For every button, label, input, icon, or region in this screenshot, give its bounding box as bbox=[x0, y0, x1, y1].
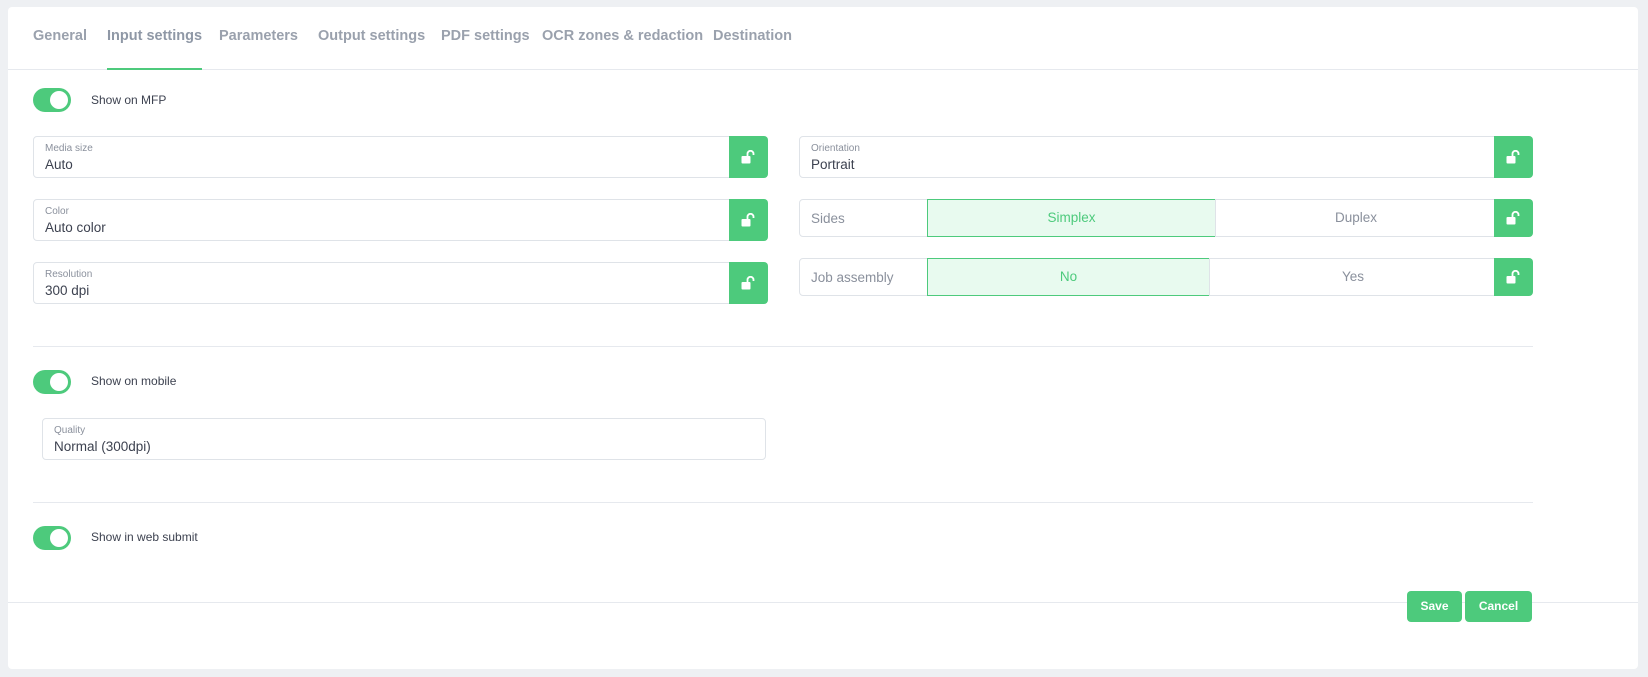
toggle-knob bbox=[50, 91, 68, 109]
show-in-web-submit-toggle[interactable] bbox=[33, 526, 71, 550]
media-size-lock-button[interactable] bbox=[729, 136, 768, 178]
color-lock-button[interactable] bbox=[729, 199, 768, 241]
unlocked-padlock-icon bbox=[741, 213, 755, 227]
unlocked-padlock-icon bbox=[1506, 211, 1520, 225]
cancel-button[interactable]: Cancel bbox=[1465, 591, 1532, 622]
show-on-mfp-toggle[interactable] bbox=[33, 88, 71, 112]
job-assembly-segmented-control: Job assembly No Yes bbox=[799, 258, 1532, 296]
media-size-value: Auto bbox=[45, 157, 73, 172]
tab-output-settings[interactable]: Output settings bbox=[318, 7, 425, 70]
job-assembly-option-no[interactable]: No bbox=[927, 258, 1210, 296]
color-value: Auto color bbox=[45, 220, 106, 235]
show-in-web-submit-label: Show in web submit bbox=[91, 530, 198, 544]
show-on-mobile-toggle[interactable] bbox=[33, 370, 71, 394]
tab-destination[interactable]: Destination bbox=[713, 7, 792, 70]
orientation-value: Portrait bbox=[811, 157, 855, 172]
job-assembly-option-yes[interactable]: Yes bbox=[1209, 258, 1497, 296]
tab-parameters[interactable]: Parameters bbox=[219, 7, 298, 70]
sides-option-duplex[interactable]: Duplex bbox=[1215, 199, 1497, 237]
orientation-label: Orientation bbox=[811, 143, 860, 154]
show-on-mfp-label: Show on MFP bbox=[91, 93, 167, 107]
orientation-lock-button[interactable] bbox=[1494, 136, 1533, 178]
toggle-knob bbox=[50, 529, 68, 547]
unlocked-padlock-icon bbox=[741, 276, 755, 290]
tab-pdf-settings[interactable]: PDF settings bbox=[441, 7, 530, 70]
section-divider bbox=[33, 346, 1533, 347]
sides-label: Sides bbox=[811, 211, 845, 226]
settings-card: General Input settings Parameters Output… bbox=[8, 7, 1638, 669]
tab-ocr-zones-redaction[interactable]: OCR zones & redaction bbox=[542, 7, 703, 70]
media-size-field[interactable]: Media size Auto bbox=[33, 136, 766, 178]
sides-segmented-control: Sides Simplex Duplex bbox=[799, 199, 1532, 237]
resolution-value: 300 dpi bbox=[45, 283, 90, 298]
color-field[interactable]: Color Auto color bbox=[33, 199, 766, 241]
toggle-knob bbox=[50, 373, 68, 391]
unlocked-padlock-icon bbox=[1506, 150, 1520, 164]
tab-general[interactable]: General bbox=[33, 7, 87, 70]
quality-label: Quality bbox=[54, 425, 86, 436]
sides-option-simplex[interactable]: Simplex bbox=[927, 199, 1216, 237]
unlocked-padlock-icon bbox=[1506, 270, 1520, 284]
quality-value: Normal (300dpi) bbox=[54, 439, 151, 454]
job-assembly-label: Job assembly bbox=[811, 270, 894, 285]
job-assembly-lock-button[interactable] bbox=[1494, 258, 1533, 296]
show-on-mobile-label: Show on mobile bbox=[91, 374, 177, 388]
resolution-label: Resolution bbox=[45, 269, 93, 280]
quality-field[interactable]: Quality Normal (300dpi) bbox=[42, 418, 766, 460]
sides-lock-button[interactable] bbox=[1494, 199, 1533, 237]
save-button[interactable]: Save bbox=[1407, 591, 1462, 622]
media-size-label: Media size bbox=[45, 143, 93, 154]
color-label: Color bbox=[45, 206, 69, 217]
resolution-lock-button[interactable] bbox=[729, 262, 768, 304]
footer-divider bbox=[8, 602, 1638, 603]
tab-input-settings[interactable]: Input settings bbox=[107, 7, 203, 70]
resolution-field[interactable]: Resolution 300 dpi bbox=[33, 262, 766, 304]
orientation-field[interactable]: Orientation Portrait bbox=[799, 136, 1532, 178]
unlocked-padlock-icon bbox=[741, 150, 755, 164]
section-divider bbox=[33, 502, 1533, 503]
tab-bar: General Input settings Parameters Output… bbox=[8, 7, 1638, 70]
